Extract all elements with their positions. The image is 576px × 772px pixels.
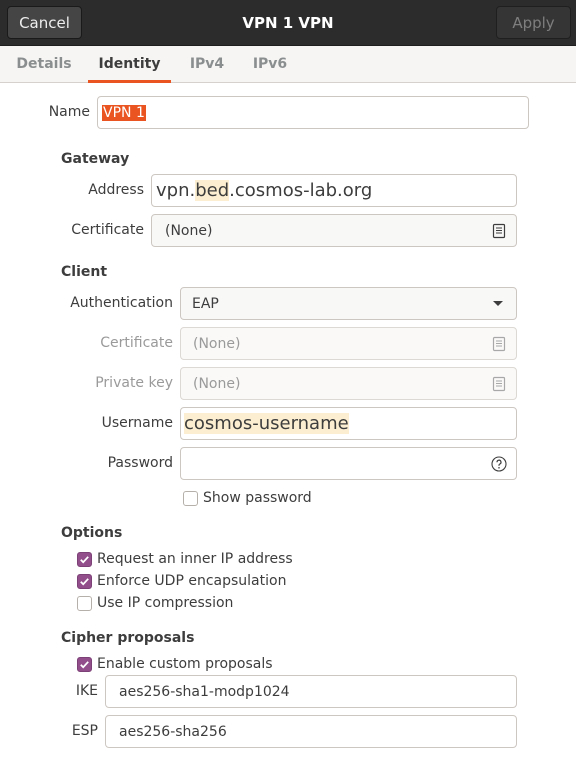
enable-custom-proposals-checkbox[interactable]: Enable custom proposals (77, 654, 273, 674)
check-icon (80, 660, 89, 668)
checkbox-box[interactable] (77, 595, 92, 611)
apply-button[interactable]: Apply (496, 6, 571, 39)
gateway-address-field[interactable]: vpn. bed .cosmos-lab.org (151, 174, 517, 207)
gateway-address-label: Address (88, 182, 144, 198)
enable-custom-proposals-label: Enable custom proposals (97, 656, 273, 672)
client-certificate-label: Certificate (100, 335, 173, 351)
tab-identity[interactable]: Identity (88, 46, 171, 83)
gateway-certificate-chooser[interactable]: (None) (151, 214, 517, 247)
ike-label: IKE (75, 683, 98, 699)
private-key-chooser: (None) (180, 367, 517, 400)
chevron-down-icon (493, 301, 503, 306)
authentication-dropdown[interactable]: EAP (180, 287, 517, 320)
username-value: cosmos-username (184, 413, 349, 434)
password-label: Password (107, 455, 173, 471)
options-heading: Options (61, 525, 123, 541)
show-password-checkbox[interactable]: Show password (183, 488, 312, 508)
use-ip-compression-label: Use IP compression (97, 595, 234, 611)
name-label: Name (48, 104, 90, 120)
name-field[interactable]: VPN 1 (97, 96, 529, 129)
document-open-icon (492, 376, 506, 392)
esp-label: ESP (71, 723, 98, 739)
request-inner-ip-label: Request an inner IP address (97, 551, 293, 567)
username-label: Username (101, 415, 173, 431)
name-value: VPN 1 (102, 104, 146, 121)
username-field[interactable]: cosmos-username (180, 407, 517, 440)
client-certificate-chooser: (None) (180, 327, 517, 360)
checkbox-box[interactable] (183, 490, 198, 506)
enforce-udp-checkbox[interactable]: Enforce UDP encapsulation (77, 571, 286, 591)
checkbox-checked[interactable] (77, 551, 92, 567)
window-title: VPN 1 VPN (242, 14, 334, 32)
cancel-button[interactable]: Cancel (7, 6, 82, 39)
authentication-value: EAP (192, 295, 219, 312)
gateway-certificate-value: (None) (165, 222, 213, 239)
checkbox-checked[interactable] (77, 656, 92, 672)
document-open-icon (492, 336, 506, 352)
esp-value: aes256-sha256 (119, 723, 227, 740)
client-heading: Client (61, 264, 108, 280)
show-password-label: Show password (203, 490, 312, 506)
tab-ipv4[interactable]: IPv4 (180, 46, 234, 82)
address-text-pre: vpn. (156, 180, 196, 201)
question-circle-icon[interactable] (491, 456, 507, 472)
request-inner-ip-checkbox[interactable]: Request an inner IP address (77, 549, 293, 569)
esp-field[interactable]: aes256-sha256 (105, 715, 517, 748)
document-open-icon[interactable] (491, 223, 507, 239)
enforce-udp-label: Enforce UDP encapsulation (97, 573, 287, 589)
tab-bar: Details Identity IPv4 IPv6 (0, 46, 576, 83)
address-text-post: .cosmos-lab.org (229, 180, 373, 201)
password-field[interactable] (180, 447, 517, 480)
tab-details[interactable]: Details (10, 46, 78, 82)
address-text-highlight: bed (195, 180, 230, 201)
cipher-heading: Cipher proposals (61, 630, 195, 646)
check-icon (80, 555, 89, 563)
use-ip-compression-checkbox[interactable]: Use IP compression (77, 593, 233, 613)
authentication-label: Authentication (70, 295, 173, 311)
ike-value: aes256-sha1-modp1024 (119, 683, 290, 700)
checkbox-checked[interactable] (77, 573, 92, 589)
gateway-certificate-label: Certificate (71, 222, 144, 238)
check-icon (80, 577, 89, 585)
private-key-label: Private key (95, 375, 173, 391)
private-key-value: (None) (193, 375, 241, 392)
gateway-heading: Gateway (61, 151, 130, 167)
ike-field[interactable]: aes256-sha1-modp1024 (105, 675, 517, 708)
header-bar: Cancel VPN 1 VPN Apply (0, 0, 576, 46)
client-certificate-value: (None) (193, 335, 241, 352)
tab-ipv6[interactable]: IPv6 (243, 46, 297, 82)
